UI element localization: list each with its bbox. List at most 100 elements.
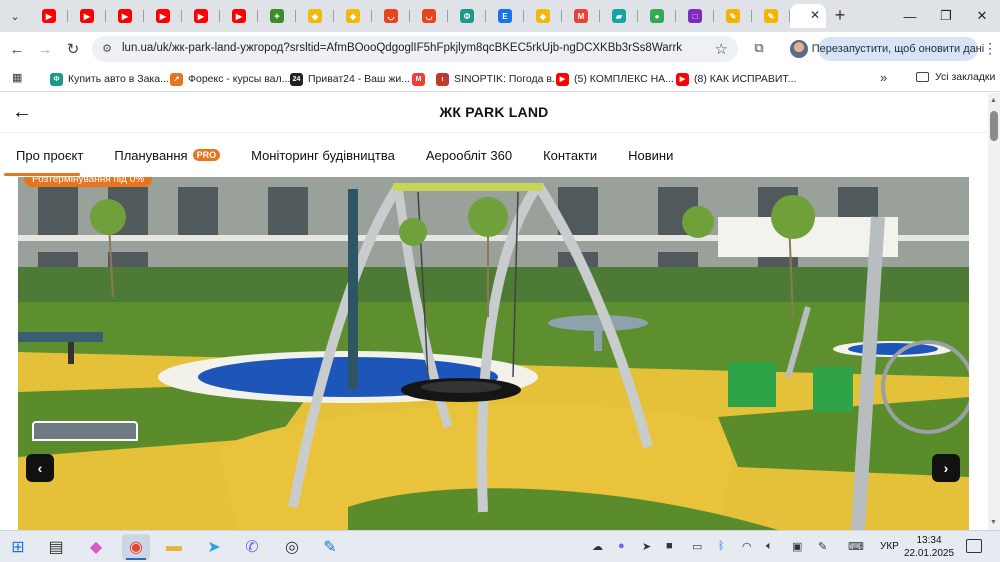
active-browser-tab[interactable]: ✕ [790, 4, 826, 28]
gmail-icon: M [412, 72, 425, 86]
camera-app-icon[interactable]: ◎ [278, 534, 306, 560]
browser-tab[interactable]: ▶ [182, 4, 220, 28]
browser-tab[interactable]: ◡ [410, 4, 448, 28]
youtube-icon: ▶ [676, 72, 689, 86]
telegram-tray-icon[interactable]: ➤ [642, 540, 651, 553]
browser-tab[interactable]: ▰ [600, 4, 638, 28]
aliexpress-icon: ◡ [422, 9, 436, 23]
volume-icon[interactable]: 🔈︎ [766, 540, 773, 553]
browser-tab[interactable]: ▶ [220, 4, 258, 28]
reload-button[interactable]: ↻ [62, 38, 84, 60]
gmail-icon: M [574, 9, 588, 23]
youtube-icon: ▶ [80, 9, 94, 23]
browser-tab[interactable]: ✎ [752, 4, 790, 28]
page-header: ← ЖК PARK LAND [0, 93, 988, 133]
browser-tab[interactable]: ◆ [524, 4, 562, 28]
system-clock[interactable]: 13:34 22.01.2025 [900, 534, 958, 560]
browser-tab[interactable]: ✦ [258, 4, 296, 28]
nav-planning[interactable]: Планування PRO [114, 148, 221, 163]
bluetooth-icon[interactable]: ᛒ [718, 540, 725, 552]
back-button[interactable]: ← [6, 38, 28, 60]
nav-about[interactable]: Про проєкт [16, 148, 83, 163]
document-icon: E [498, 9, 512, 23]
wifi-icon[interactable]: ◠ [742, 540, 752, 553]
bookmark-item[interactable]: ↗ Форекс - курсы вал... [170, 71, 290, 87]
windows-start-icon[interactable]: ⊞ [4, 534, 32, 560]
restart-update-button[interactable]: Перезапустити, щоб оновити дані [812, 37, 984, 61]
more-bookmarks-icon[interactable]: » [880, 70, 887, 85]
browser-tab[interactable]: E [486, 4, 524, 28]
auto-ria-icon: Ф [50, 72, 63, 86]
bookmark-label: (8) КАК ИСПРАВИТ... [694, 73, 797, 85]
nav-aerial[interactable]: Аерообліт 360 [426, 148, 512, 163]
extensions-icon[interactable]: ⧉ [750, 40, 768, 58]
viber-tray-icon[interactable]: ● [618, 540, 625, 552]
browser-tab[interactable]: ▶ [106, 4, 144, 28]
file-explorer-icon[interactable]: ▬ [160, 534, 188, 560]
forward-button[interactable]: → [34, 38, 56, 60]
browser-tab[interactable]: ✎ [714, 4, 752, 28]
copilot-icon[interactable]: ◆ [82, 534, 110, 560]
browser-tab[interactable]: ▶ [144, 4, 182, 28]
browser-tab[interactable]: M [562, 4, 600, 28]
browser-tab[interactable]: ◡ [372, 4, 410, 28]
keyboard-icon[interactable]: ⌨ [848, 540, 864, 553]
battery-tray-icon[interactable]: ▭ [692, 540, 702, 553]
chrome-icon[interactable]: ◉ [122, 534, 150, 560]
all-bookmarks-button[interactable]: Усі закладки [916, 71, 995, 83]
viber-icon[interactable]: ✆ [238, 534, 266, 560]
pen-tray-icon[interactable]: ✎ [818, 540, 827, 553]
cloud-icon[interactable]: ☁ [592, 540, 603, 553]
restore-button[interactable]: ❐ [928, 0, 964, 32]
bookmark-item[interactable]: Ф Купить авто в Зака... [50, 71, 169, 87]
bookmark-item[interactable]: 24 Приват24 - Ваш жи... [290, 71, 410, 87]
paint-icon[interactable]: ✎ [316, 534, 344, 560]
nav-contacts[interactable]: Контакти [543, 148, 597, 163]
browser-tab[interactable]: ▶ [68, 4, 106, 28]
folder-icon [916, 72, 929, 82]
input-language[interactable]: УКР [880, 541, 899, 552]
security-tray-icon[interactable]: ■ [666, 540, 673, 552]
scroll-down-icon[interactable]: ▼ [990, 519, 997, 526]
close-tab-icon[interactable]: ✕ [810, 8, 820, 22]
telegram-icon[interactable]: ➤ [200, 534, 228, 560]
browser-tab[interactable]: ◆ [334, 4, 372, 28]
browser-tab[interactable]: ◆ [296, 4, 334, 28]
site-info-icon[interactable]: ⚙ [100, 42, 114, 56]
scroll-up-icon[interactable]: ▲ [990, 97, 997, 104]
bookmark-item[interactable]: ▶ (5) КОМПЛЕКС НА... [556, 71, 674, 87]
promo-tag: Розтермінування під 0% [24, 177, 153, 187]
tab-search-icon[interactable]: ⌄ [4, 5, 26, 27]
scroll-thumb[interactable] [990, 111, 998, 141]
photo-gallery[interactable]: Розтермінування під 0% ‹ › [18, 177, 969, 530]
gallery-next-button[interactable]: › [932, 454, 960, 482]
task-view-icon[interactable]: ▤ [42, 534, 70, 560]
active-tab-underline [4, 173, 80, 176]
minimize-button[interactable]: — [892, 0, 928, 32]
gallery-thumbnail[interactable] [32, 421, 138, 441]
address-bar[interactable]: ⚙ lun.ua/uk/жк-park-land-ужгород?srsltid… [92, 36, 738, 62]
notification-icon[interactable] [966, 539, 982, 553]
display-tray-icon[interactable]: ▣ [792, 540, 802, 553]
gallery-prev-button[interactable]: ‹ [26, 454, 54, 482]
url-text[interactable]: lun.ua/uk/жк-park-land-ужгород?srsltid=A… [122, 42, 702, 54]
book-icon: ▰ [612, 9, 626, 23]
browser-tab[interactable]: ▶ [30, 4, 68, 28]
browser-tab[interactable]: Ф [448, 4, 486, 28]
nav-news[interactable]: Новини [628, 148, 673, 163]
page-scrollbar[interactable]: ▲ ▼ [988, 93, 1000, 530]
new-tab-button[interactable]: + [830, 6, 850, 26]
profile-avatar[interactable] [790, 40, 808, 58]
bookmark-item[interactable]: ▶ (8) КАК ИСПРАВИТ... [676, 71, 796, 87]
apps-grid-icon[interactable]: ▦ [12, 71, 26, 85]
bookmark-item[interactable]: M [412, 71, 430, 87]
bookmark-item[interactable]: ı SINOPTIK: Погода в... [436, 71, 561, 87]
close-window-button[interactable]: ✕ [964, 0, 1000, 32]
browser-tab[interactable]: □ [676, 4, 714, 28]
browser-tab[interactable]: ● [638, 4, 676, 28]
browser-menu-icon[interactable]: ⋮ [983, 40, 997, 57]
browser-toolbar: ← → ↻ ⚙ lun.ua/uk/жк-park-land-ужгород?s… [0, 32, 1000, 66]
binance-icon: ◆ [346, 9, 360, 23]
bookmark-star-icon[interactable]: ☆ [715, 40, 728, 58]
nav-monitoring[interactable]: Моніторинг будівництва [251, 148, 395, 163]
